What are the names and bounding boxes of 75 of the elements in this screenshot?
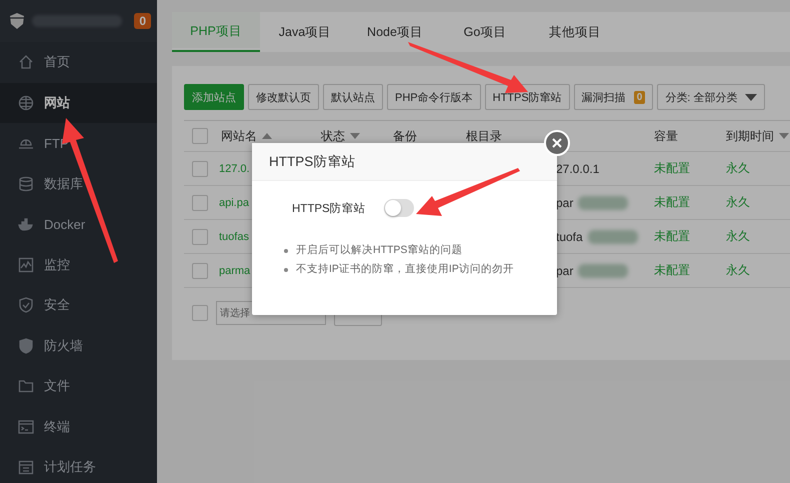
project-tab[interactable]: Node项目: [350, 12, 440, 52]
sidebar-item[interactable]: 防火墙: [0, 326, 157, 366]
blurred-text: [588, 230, 638, 244]
column-header: 到期时间: [726, 128, 774, 144]
project-tab[interactable]: PHP项目: [172, 12, 260, 52]
column-header: 状态: [321, 128, 345, 144]
sidebar-item[interactable]: 安全: [0, 285, 157, 326]
toolbar-button[interactable]: HTTPS防窜站: [484, 84, 570, 110]
checkbox[interactable]: [192, 128, 208, 144]
project-tab[interactable]: Java项目: [260, 12, 350, 52]
sidebar-item[interactable]: 文件: [0, 366, 157, 406]
logo-icon: [10, 13, 24, 29]
toolbar-button[interactable]: PHP命令行版本: [387, 84, 481, 110]
category-dropdown[interactable]: 分类: 全部分类: [657, 84, 766, 110]
site-name-link[interactable]: tuofas: [219, 230, 249, 242]
table-cell: 永久: [726, 228, 750, 245]
add-site-button[interactable]: 添加站点: [184, 84, 244, 110]
chart-icon: [18, 256, 34, 273]
site-name-link[interactable]: api.pa: [219, 196, 249, 208]
shield-icon: [18, 297, 34, 314]
sidebar-item[interactable]: 网站: [0, 82, 157, 123]
dialog-title: HTTPS防窜站: [269, 152, 356, 170]
checkbox[interactable]: [192, 194, 208, 210]
table-cell: tuofa: [556, 230, 583, 244]
whale-icon: [18, 216, 34, 232]
sidebar-item[interactable]: 数据库: [0, 164, 157, 204]
table-cell: 永久: [726, 160, 750, 177]
shield-icon: [18, 338, 34, 354]
table-cell: 永久: [726, 262, 750, 279]
column-header: 网站名: [221, 128, 257, 144]
project-tab[interactable]: 其他项目: [530, 12, 620, 52]
checkbox[interactable]: [192, 160, 208, 176]
calendar-icon: [18, 459, 34, 476]
checkbox[interactable]: [192, 262, 208, 278]
sidebar-item[interactable]: 首页: [0, 42, 157, 82]
globe-icon: [18, 94, 34, 111]
site-name-link[interactable]: parma: [219, 264, 250, 276]
sidebar-item[interactable]: 计划任务: [0, 447, 157, 483]
blurred-text: [578, 196, 628, 210]
column-header: 容量: [654, 128, 678, 144]
caret-icon: [745, 94, 758, 100]
scan-button[interactable]: 漏洞扫描 0: [574, 84, 654, 110]
table-cell: 未配置: [654, 262, 690, 279]
table-cell: par: [556, 196, 574, 210]
table-cell: 未配置: [654, 228, 690, 245]
toggle-label: HTTPS防窜站: [292, 201, 366, 216]
toolbar-button[interactable]: 默认站点: [323, 84, 383, 110]
count-badge: 0: [634, 90, 646, 104]
checkbox[interactable]: [192, 228, 208, 244]
table-cell: 未配置: [654, 160, 690, 177]
project-tab[interactable]: Go项目: [440, 12, 530, 52]
toolbar-button[interactable]: 修改默认页: [248, 84, 319, 110]
sidebar-item[interactable]: 终端: [0, 406, 157, 447]
home-icon: [18, 54, 34, 70]
sidebar-item[interactable]: 监控: [0, 244, 157, 285]
toggle-switch[interactable]: [384, 199, 414, 217]
site-name-link[interactable]: 127.0.: [219, 162, 250, 174]
table-cell: 未配置: [654, 194, 690, 211]
database-icon: [18, 176, 34, 192]
column-header: 备份: [393, 128, 417, 144]
blurred-text: [578, 264, 628, 278]
note-text: 不支持IP证书的防窜，直接使用IP访问的勿开: [296, 262, 514, 277]
sort-down-icon[interactable]: [779, 133, 789, 139]
table-cell: 27.0.0.1: [556, 162, 600, 176]
scan-label: 漏洞扫描: [582, 90, 626, 104]
alert-count-badge[interactable]: 0: [134, 13, 151, 29]
terminal-icon: [18, 418, 34, 435]
table-cell: par: [556, 264, 574, 278]
column-header: 根目录: [466, 128, 502, 144]
note-text: 开启后可以解决HTTPS窜站的问题: [296, 243, 462, 258]
table-cell: 永久: [726, 194, 750, 211]
category-label: 分类: 全部分类: [665, 90, 738, 104]
folder-icon: [18, 378, 34, 394]
sidebar-item[interactable]: Docker: [0, 204, 157, 244]
checkbox[interactable]: [192, 305, 208, 321]
